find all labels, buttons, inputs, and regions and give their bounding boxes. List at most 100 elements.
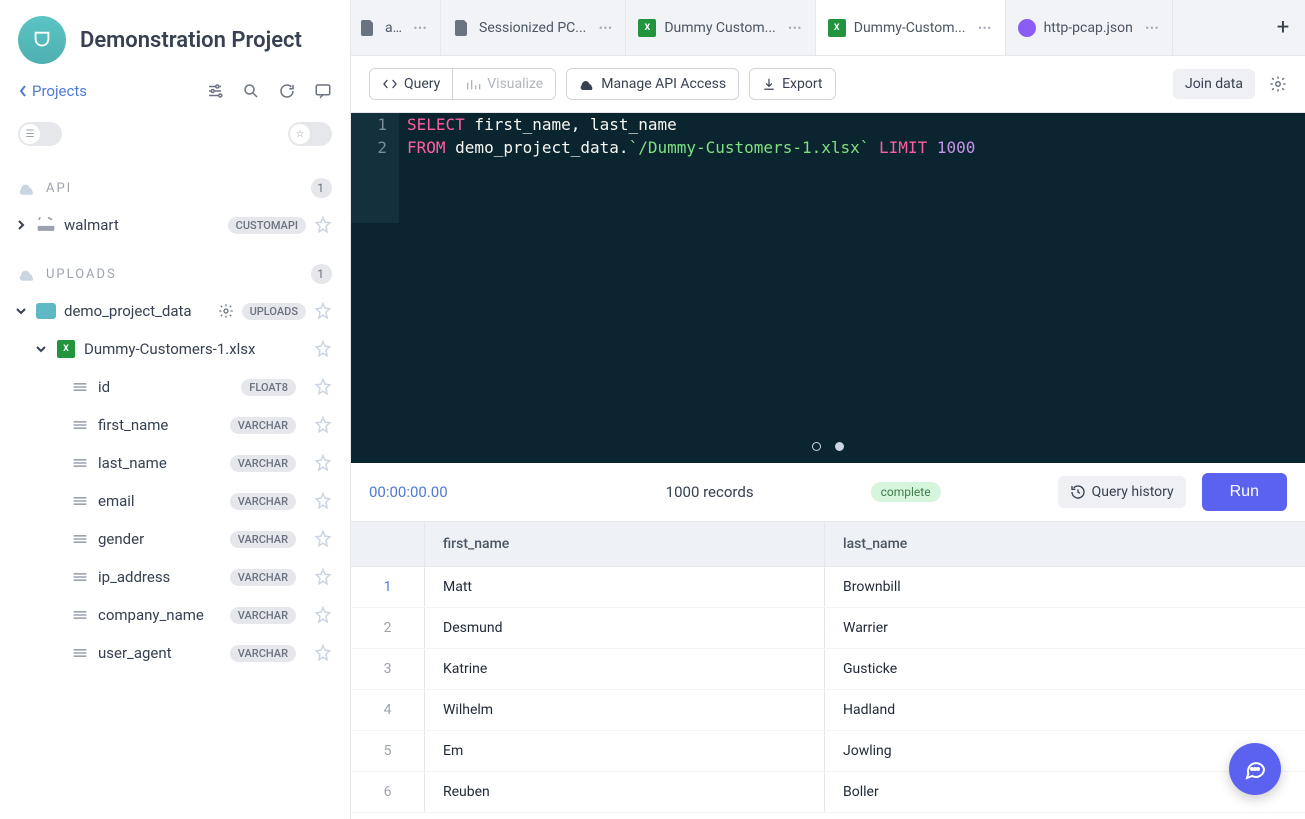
column-type-icon bbox=[72, 571, 88, 583]
column-type-icon bbox=[72, 609, 88, 621]
column-type-icon bbox=[72, 495, 88, 507]
editor-pager[interactable] bbox=[812, 442, 844, 451]
tab[interactable]: Sessionized PC... ⋯ bbox=[441, 0, 626, 55]
table-row[interactable]: 6 Reuben Boller bbox=[351, 772, 1305, 813]
column-item[interactable]: id FLOAT8 bbox=[0, 368, 350, 406]
column-type-badge: VARCHAR bbox=[230, 455, 296, 472]
code-icon bbox=[382, 77, 398, 91]
star-icon[interactable] bbox=[314, 302, 332, 320]
star-filter-toggle[interactable]: ☆ bbox=[288, 122, 332, 146]
column-item[interactable]: first_name VARCHAR bbox=[0, 406, 350, 444]
add-tab-button[interactable]: + bbox=[1261, 15, 1305, 40]
cell-first-name: Wilhelm bbox=[425, 690, 825, 730]
grid-col-header[interactable]: first_name bbox=[425, 522, 825, 566]
table-row[interactable]: 1 Matt Brownbill bbox=[351, 567, 1305, 608]
column-item[interactable]: user_agent VARCHAR bbox=[0, 634, 350, 672]
column-type-badge: VARCHAR bbox=[230, 493, 296, 510]
visualize-label: Visualize bbox=[487, 76, 543, 92]
chart-icon bbox=[465, 77, 481, 91]
sql-editor[interactable]: 1SELECT first_name, last_name2FROM demo_… bbox=[351, 113, 1305, 463]
export-button[interactable]: Export bbox=[749, 68, 835, 100]
column-type-icon bbox=[72, 457, 88, 469]
status-chip: complete bbox=[871, 482, 941, 502]
uploads-count-badge: 1 bbox=[311, 264, 332, 284]
star-icon[interactable] bbox=[314, 454, 332, 472]
cell-first-name: Matt bbox=[425, 567, 825, 607]
star-icon[interactable] bbox=[314, 416, 332, 434]
grid-col-header[interactable]: last_name bbox=[825, 522, 1305, 566]
manage-api-label: Manage API Access bbox=[601, 76, 726, 92]
search-icon[interactable] bbox=[242, 82, 260, 100]
query-timer: 00:00:00.00 bbox=[369, 483, 448, 501]
editor-line: 1SELECT first_name, last_name bbox=[351, 113, 1305, 136]
projects-back-label: Projects bbox=[32, 82, 87, 100]
star-icon[interactable] bbox=[314, 644, 332, 662]
results-grid[interactable]: first_name last_name 1 Matt Brownbill 2 … bbox=[351, 522, 1305, 819]
uploads-section-header: UPLOADS 1 bbox=[0, 256, 350, 292]
table-row[interactable]: 4 Wilhelm Hadland bbox=[351, 690, 1305, 731]
project-title: Demonstration Project bbox=[80, 28, 302, 53]
join-data-button[interactable]: Join data bbox=[1173, 69, 1255, 99]
uploads-folder[interactable]: demo_project_data UPLOADS bbox=[0, 292, 350, 330]
row-index: 6 bbox=[351, 772, 425, 812]
column-item[interactable]: company_name VARCHAR bbox=[0, 596, 350, 634]
tab-menu-icon[interactable]: ⋯ bbox=[978, 20, 993, 36]
star-icon[interactable] bbox=[314, 492, 332, 510]
cell-first-name: Reuben bbox=[425, 772, 825, 812]
tab[interactable]: http-pcap.json ⋯ bbox=[1006, 0, 1173, 55]
grid-index-header bbox=[351, 522, 425, 566]
star-icon[interactable] bbox=[314, 340, 332, 358]
row-index: 3 bbox=[351, 649, 425, 689]
star-icon[interactable] bbox=[314, 378, 332, 396]
tab-menu-icon[interactable]: ⋯ bbox=[413, 20, 428, 36]
table-row[interactable]: 5 Em Jowling bbox=[351, 731, 1305, 772]
tab[interactable]: ap.json ⋯ bbox=[351, 0, 441, 55]
grid-header-row: first_name last_name bbox=[351, 522, 1305, 567]
star-icon[interactable] bbox=[314, 568, 332, 586]
gear-icon[interactable] bbox=[1269, 75, 1287, 93]
page-dot[interactable] bbox=[835, 442, 844, 451]
sliders-icon[interactable] bbox=[206, 82, 224, 100]
api-item-label: walmart bbox=[64, 216, 220, 234]
uploads-section-label: UPLOADS bbox=[46, 267, 117, 282]
table-row[interactable]: 3 Katrine Gusticke bbox=[351, 649, 1305, 690]
tab-menu-icon[interactable]: ⋯ bbox=[598, 20, 613, 36]
gear-icon[interactable] bbox=[218, 303, 234, 319]
visualize-button[interactable]: Visualize bbox=[453, 69, 555, 99]
line-number: 1 bbox=[351, 113, 399, 136]
query-history-button[interactable]: Query history bbox=[1058, 476, 1186, 508]
file-item[interactable]: X Dummy-Customers-1.xlsx bbox=[0, 330, 350, 368]
run-button[interactable]: Run bbox=[1202, 473, 1287, 511]
comment-icon[interactable] bbox=[314, 82, 332, 100]
page-dot[interactable] bbox=[812, 442, 821, 451]
column-name: company_name bbox=[98, 606, 220, 624]
column-item[interactable]: email VARCHAR bbox=[0, 482, 350, 520]
column-item[interactable]: gender VARCHAR bbox=[0, 520, 350, 558]
tab-menu-icon[interactable]: ⋯ bbox=[788, 20, 803, 36]
query-button[interactable]: Query bbox=[370, 69, 453, 99]
projects-back-link[interactable]: Projects bbox=[18, 82, 87, 100]
tab-label: http-pcap.json bbox=[1044, 20, 1133, 36]
tab-label: Dummy Custom... bbox=[664, 20, 775, 36]
tab-menu-icon[interactable]: ⋯ bbox=[1145, 20, 1160, 36]
filter-toggle[interactable]: ☰ bbox=[18, 122, 62, 146]
manage-api-button[interactable]: Manage API Access bbox=[566, 68, 739, 100]
star-icon[interactable] bbox=[314, 530, 332, 548]
export-label: Export bbox=[782, 76, 822, 92]
tab[interactable]: XDummy-Custom... ⋯ bbox=[816, 0, 1006, 55]
tab-label: Sessionized PC... bbox=[479, 20, 586, 36]
column-item[interactable]: ip_address VARCHAR bbox=[0, 558, 350, 596]
star-icon[interactable] bbox=[314, 606, 332, 624]
column-item[interactable]: last_name VARCHAR bbox=[0, 444, 350, 482]
file-icon bbox=[359, 19, 377, 37]
column-type-icon bbox=[72, 647, 88, 659]
excel-icon: X bbox=[57, 340, 75, 358]
star-icon[interactable] bbox=[314, 216, 332, 234]
table-row[interactable]: 2 Desmund Warrier bbox=[351, 608, 1305, 649]
refresh-icon[interactable] bbox=[278, 82, 296, 100]
column-type-badge: VARCHAR bbox=[230, 607, 296, 624]
api-item-walmart[interactable]: walmart CUSTOMAPI bbox=[0, 206, 350, 244]
chat-fab[interactable] bbox=[1229, 743, 1281, 795]
column-type-badge: VARCHAR bbox=[230, 531, 296, 548]
tab[interactable]: XDummy Custom... ⋯ bbox=[626, 0, 815, 55]
